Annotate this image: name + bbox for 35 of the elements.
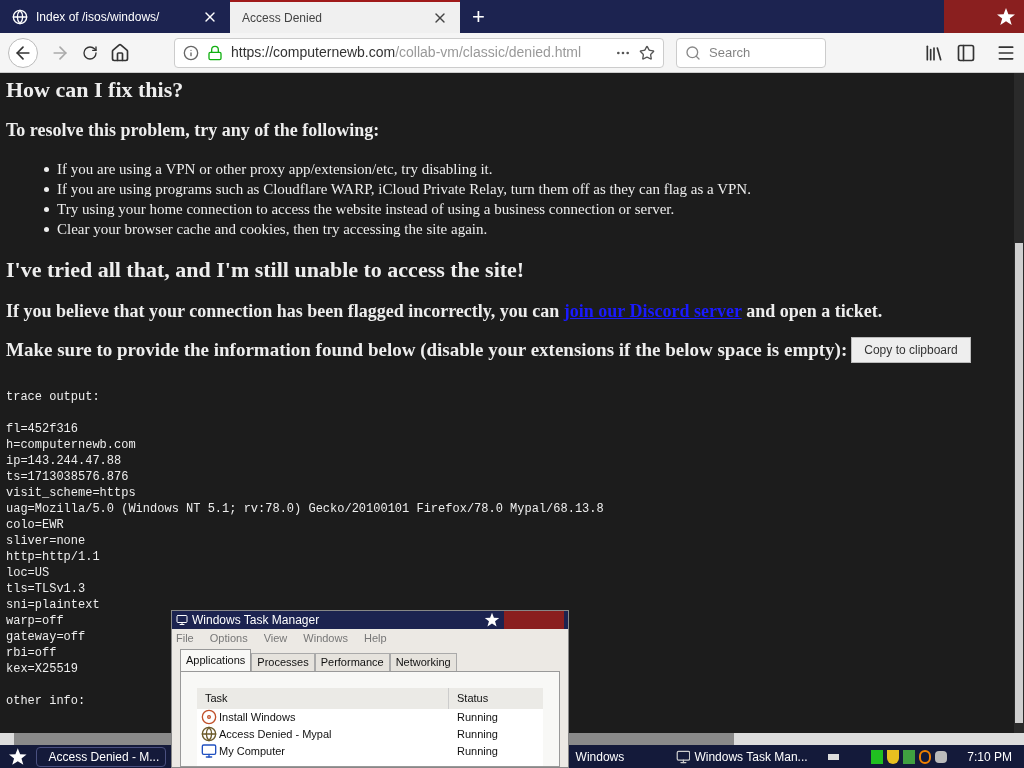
trace-line: gateway=off: [6, 629, 86, 645]
page-heading: How can I fix this?: [6, 76, 185, 104]
flagged-text: If you believe that your connection has been flagged incorrectly, you can join our Discord server and open a ticket.: [6, 300, 884, 323]
trace-line: colo=EWR: [6, 517, 64, 533]
trace-line: h=computernewb.com: [6, 437, 136, 453]
trace-line: warp=off: [6, 613, 64, 629]
trace-line: visit_scheme=https: [6, 485, 136, 501]
tip-text: Clear your browser cache and cookies, then try accessing the site again.: [57, 220, 488, 239]
trace-line: rbi=off: [6, 645, 57, 661]
other-info-label: other info:: [6, 693, 86, 709]
trace-line: ip=143.244.47.88: [6, 453, 122, 469]
clock: 7:10 PM: [967, 748, 1012, 766]
tab-title: Index of /isos/windows/: [36, 8, 161, 26]
trace-line: uag=Mozilla/5.0 (Windows NT 5.1; rv:78.0) Gecko/20100101 Firefox/78.0 Mypal/68.13.8: [6, 501, 604, 517]
page-subheading: To resolve this problem, try any of the following:: [6, 119, 381, 141]
tip-text: Try using your home connection to access the website instead of using a business connection or server.: [57, 200, 675, 219]
tab-title: Access Denied: [242, 9, 324, 27]
provide-text: Make sure to provide the information found below (disable your extensions if the below space is empty):: [6, 338, 848, 362]
task-status: Running: [456, 743, 499, 759]
tip-text: If you are using a VPN or other proxy app/extension/etc, try disabling it.: [57, 160, 493, 179]
trace-line: http=http/1.1: [6, 549, 100, 565]
tip-text: If you are using programs such as Cloudflare WARP, iCloud Private Relay, turn them off as they can flag as a VPN.: [57, 180, 751, 199]
window-title: Windows Task Manager: [192, 612, 321, 629]
trace-line: ts=1713038576.876: [6, 469, 129, 485]
trace-line: kex=X25519: [6, 661, 78, 677]
trace-line: sni=plaintext: [6, 597, 100, 613]
section-heading: I've tried all that, and I'm still unable to access the site!: [6, 256, 526, 284]
trace-line: fl=452f316: [6, 421, 78, 437]
trace-header: trace output:: [6, 389, 100, 405]
trace-line: tls=TLSv1.3: [6, 581, 86, 597]
trace-line: loc=US: [6, 565, 50, 581]
task-status: Running: [456, 709, 499, 725]
trace-line: sliver=none: [6, 533, 86, 549]
url-text: https://computernewb.com/collab-vm/classic/denied.html: [231, 43, 583, 62]
task-status: Running: [456, 726, 499, 742]
